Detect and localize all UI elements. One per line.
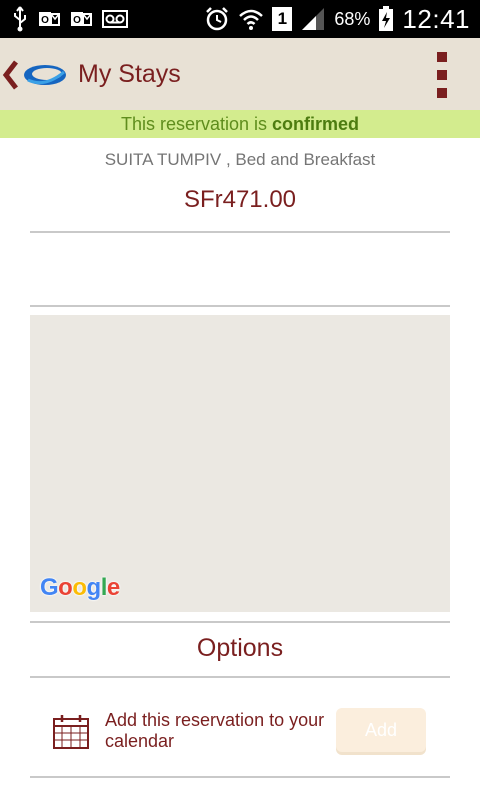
app-logo-icon[interactable]: [22, 60, 68, 90]
voicemail-icon: [102, 10, 128, 28]
options-title: Options: [196, 634, 284, 662]
app-bar: My Stays: [0, 38, 480, 110]
wifi-icon: [239, 9, 264, 30]
confirmation-banner: This reservation is confirmed: [0, 110, 480, 138]
alarm-icon: [206, 7, 229, 31]
outlook-icon: O: [71, 12, 92, 26]
divider: [30, 621, 450, 623]
signal-icon: [302, 8, 325, 30]
menu-dot: [437, 52, 447, 62]
battery-charging-icon: [379, 6, 394, 31]
google-letter: e: [106, 574, 120, 601]
reservation-price: SFr471.00: [183, 186, 297, 213]
divider: [30, 776, 450, 778]
chevron-left-icon[interactable]: [0, 58, 22, 92]
page-title: My Stays: [78, 60, 181, 88]
divider: [30, 231, 450, 233]
calendar-label: Add this reservation to your calendar: [105, 710, 325, 751]
divider: [30, 676, 450, 678]
hotel-name: SUITA TUMPIV , Bed and Breakfast: [104, 150, 376, 169]
status-left-icons: O O: [12, 6, 128, 32]
add-to-calendar-button[interactable]: Add: [336, 708, 426, 752]
menu-dot: [437, 70, 447, 80]
svg-text:O: O: [73, 15, 81, 26]
svg-text:O: O: [41, 15, 49, 26]
battery-percent: 68%: [334, 8, 371, 29]
clock: 12:41: [402, 3, 470, 34]
menu-dot: [437, 88, 447, 98]
banner-status: confirmed: [272, 114, 360, 134]
add-to-calendar-row: Add this reservation to your calendar Ad…: [30, 706, 450, 762]
banner-prefix: This reservation is: [120, 114, 273, 134]
google-logo[interactable]: Google: [40, 574, 120, 602]
google-letter: G: [40, 574, 59, 601]
divider: [30, 305, 450, 307]
map[interactable]: Google: [30, 315, 450, 612]
usb-icon: [14, 6, 26, 32]
google-letter: g: [86, 574, 102, 601]
google-letter: o: [58, 574, 73, 601]
sim-icon: 1: [272, 7, 293, 31]
overflow-menu-icon[interactable]: [430, 52, 454, 98]
outlook-icon: O: [39, 12, 60, 26]
status-right-icons: 1 68% 12:41: [204, 4, 470, 34]
status-bar: O O 1 68% 12:41: [0, 0, 480, 38]
google-letter: o: [72, 574, 87, 601]
calendar-icon: [53, 715, 89, 749]
